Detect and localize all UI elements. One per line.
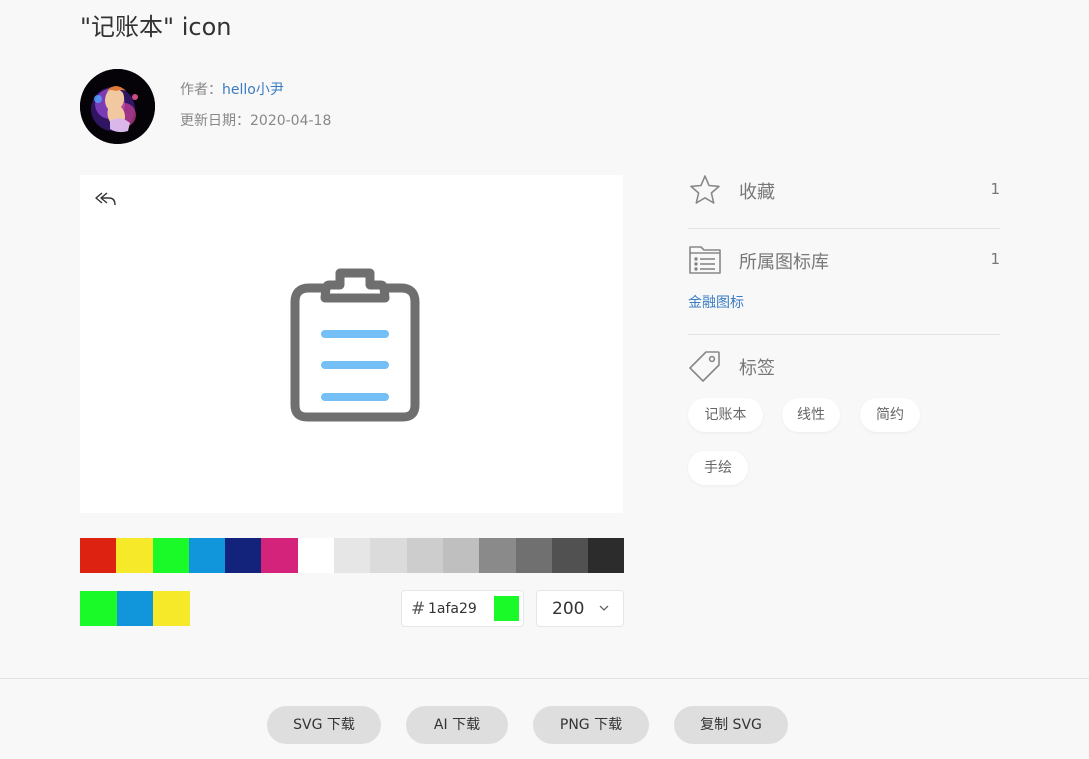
- png-download-button[interactable]: PNG 下载: [533, 706, 649, 744]
- tag-icon: [689, 351, 720, 382]
- color-hex-input[interactable]: [428, 591, 490, 626]
- undo-icon[interactable]: [92, 187, 120, 211]
- library-link[interactable]: 金融图标: [688, 292, 744, 312]
- color-swatch[interactable]: [588, 538, 625, 573]
- size-value: 200: [552, 599, 585, 619]
- size-select[interactable]: 200: [536, 590, 624, 627]
- recent-color-swatch[interactable]: [80, 591, 117, 626]
- color-swatch[interactable]: [479, 538, 516, 573]
- favorite-label: 收藏: [739, 182, 775, 203]
- library-row: 所属图标库 1: [688, 243, 1000, 277]
- update-date-line: 更新日期：2020-04-18: [180, 110, 331, 130]
- color-swatch[interactable]: [515, 538, 552, 573]
- color-swatch[interactable]: [80, 538, 117, 573]
- color-swatch[interactable]: [225, 538, 262, 573]
- tags-label: 标签: [739, 358, 775, 379]
- author-avatar[interactable]: [80, 69, 155, 144]
- date-label: 更新日期：: [180, 113, 250, 129]
- tags-header: 标签: [688, 349, 1000, 383]
- ai-download-button[interactable]: AI 下载: [406, 706, 508, 744]
- author-line: 作者：hello小尹: [180, 79, 284, 99]
- tag-chip[interactable]: 简约: [860, 398, 920, 432]
- hash-symbol: #: [411, 599, 426, 619]
- tag-chip[interactable]: 记账本: [688, 398, 763, 432]
- color-swatch[interactable]: [297, 538, 335, 573]
- page-title: "记账本" icon: [80, 13, 232, 41]
- favorite-row[interactable]: 收藏 1: [688, 173, 1000, 207]
- folder-list-icon: [689, 246, 721, 274]
- color-swatch[interactable]: [261, 538, 298, 573]
- footer-divider: [0, 678, 1089, 679]
- library-count: 1: [990, 250, 1000, 268]
- svg-download-button[interactable]: SVG 下载: [267, 706, 381, 744]
- color-swatch[interactable]: [442, 538, 480, 573]
- icon-preview: [80, 175, 623, 513]
- clipboard-icon: [285, 263, 425, 423]
- recent-color-swatch[interactable]: [153, 591, 190, 626]
- copy-svg-button[interactable]: 复制 SVG: [674, 706, 788, 744]
- current-color-swatch[interactable]: [494, 596, 519, 621]
- color-swatch[interactable]: [152, 538, 189, 573]
- color-hex-field: #: [401, 590, 524, 627]
- color-swatch[interactable]: [406, 538, 443, 573]
- tag-chip[interactable]: 手绘: [688, 451, 748, 485]
- favorite-count: 1: [990, 180, 1000, 198]
- library-label: 所属图标库: [739, 252, 829, 273]
- chevron-down-icon: [599, 605, 609, 611]
- tag-chip[interactable]: 线性: [782, 398, 840, 432]
- divider: [688, 228, 1000, 229]
- color-swatch[interactable]: [551, 538, 589, 573]
- divider: [688, 334, 1000, 335]
- update-date: 2020-04-18: [250, 113, 332, 129]
- recent-colors: [80, 591, 190, 626]
- author-label: 作者：: [180, 82, 222, 98]
- author-link[interactable]: hello小尹: [222, 82, 284, 98]
- color-swatch[interactable]: [334, 538, 371, 573]
- color-swatch[interactable]: [116, 538, 153, 573]
- star-icon: [690, 175, 720, 204]
- color-palette: [80, 538, 625, 573]
- recent-color-swatch[interactable]: [116, 591, 153, 626]
- color-swatch[interactable]: [188, 538, 226, 573]
- color-swatch[interactable]: [370, 538, 407, 573]
